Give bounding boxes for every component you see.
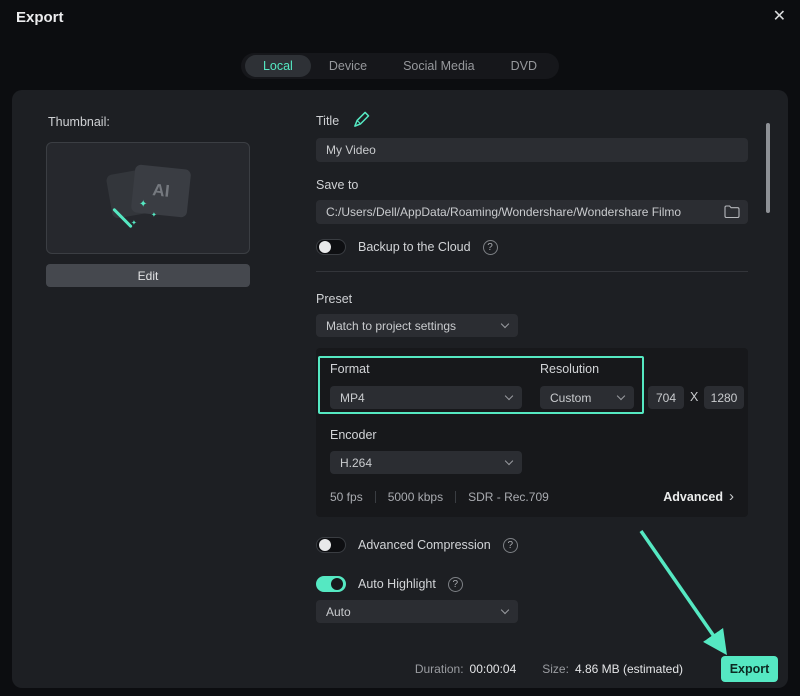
export-tabs: Local Device Social Media DVD — [240, 53, 560, 79]
width-input[interactable]: 704 — [648, 386, 684, 409]
sparkle-icon: ✦ — [151, 212, 157, 219]
ai-edit-pencil-icon[interactable] — [352, 110, 371, 129]
toggle-knob — [331, 578, 343, 590]
format-value: MP4 — [340, 390, 365, 405]
advanced-compression-label: Advanced Compression — [358, 538, 491, 552]
tab-social-media[interactable]: Social Media — [385, 55, 493, 77]
auto-highlight-help-icon[interactable]: ? — [447, 576, 463, 592]
encoder-value: H.264 — [340, 455, 373, 470]
encoding-info-row: 50 fps 5000 kbps SDR - Rec.709 Advanced … — [330, 488, 734, 505]
export-button-label: Export — [729, 662, 770, 676]
format-settings-section: Format MP4 Resolution Custom 704 X 1280 … — [316, 348, 748, 517]
title-input[interactable]: My Video — [316, 138, 748, 162]
preset-label: Preset — [316, 292, 353, 306]
chevron-down-icon — [500, 319, 510, 329]
dimension-x-label: X — [690, 390, 699, 404]
backup-to-cloud-label: Backup to the Cloud — [358, 240, 471, 254]
chevron-down-icon — [500, 605, 510, 615]
advanced-compression-help-icon[interactable]: ? — [502, 537, 518, 553]
auto-highlight-toggle[interactable] — [316, 576, 346, 592]
chevron-down-icon — [616, 391, 626, 401]
size-label: Size: — [542, 662, 569, 676]
backup-help-icon[interactable]: ? — [482, 239, 498, 255]
size-value: 4.86 MB (estimated) — [574, 662, 683, 676]
backup-to-cloud-row: Backup to the Cloud ? — [316, 237, 498, 257]
section-divider — [316, 271, 748, 272]
backup-to-cloud-toggle[interactable] — [316, 239, 346, 255]
auto-highlight-value: Auto — [326, 604, 351, 619]
title-input-value: My Video — [326, 143, 376, 157]
ai-card-label: AI — [151, 180, 171, 201]
tab-local[interactable]: Local — [244, 55, 311, 77]
footer-bar: Duration: 00:00:04 Size: 4.86 MB (estima… — [12, 654, 778, 684]
chevron-right-icon: › — [729, 488, 734, 505]
tab-device[interactable]: Device — [311, 55, 385, 77]
edit-button-label: Edit — [137, 268, 159, 283]
preset-dropdown[interactable]: Match to project settings — [316, 314, 518, 337]
dialog-title: Export — [16, 9, 64, 26]
save-to-path-value: C:/Users/Dell/AppData/Roaming/Wondershar… — [326, 205, 682, 219]
bitrate-value: 5000 kbps — [387, 490, 444, 504]
info-separator — [455, 491, 457, 503]
size-info: Size: 4.86 MB (estimated) — [542, 662, 683, 676]
save-to-input[interactable]: C:/Users/Dell/AppData/Roaming/Wondershar… — [316, 200, 748, 224]
folder-icon[interactable] — [724, 205, 740, 221]
advanced-compression-toggle[interactable] — [316, 537, 346, 553]
advanced-settings-link[interactable]: Advanced › — [663, 488, 734, 505]
thumbnail-label: Thumbnail: — [48, 115, 110, 129]
advanced-compression-row: Advanced Compression ? — [316, 535, 518, 555]
fps-value: 50 fps — [330, 490, 363, 504]
preset-value: Match to project settings — [326, 318, 457, 333]
thumbnail-preview: AI ✦ ✦ ✦ — [46, 142, 250, 254]
tab-dvd[interactable]: DVD — [493, 55, 555, 77]
title-label: Title — [316, 114, 340, 128]
resolution-label: Resolution — [540, 362, 600, 376]
tab-row: Local Device Social Media DVD — [0, 53, 800, 79]
scrollbar[interactable] — [766, 123, 770, 213]
duration-label: Duration: — [414, 662, 464, 676]
width-value: 704 — [655, 390, 677, 405]
format-label: Format — [330, 362, 370, 376]
auto-highlight-dropdown[interactable]: Auto — [316, 600, 518, 623]
auto-highlight-row: Auto Highlight ? — [316, 574, 463, 594]
toggle-knob — [319, 241, 331, 253]
info-separator — [374, 491, 376, 503]
auto-highlight-label: Auto Highlight — [358, 577, 436, 591]
resolution-value: Custom — [550, 390, 592, 405]
edit-thumbnail-button[interactable]: Edit — [46, 264, 250, 287]
duration-value: 00:00:04 — [469, 662, 517, 676]
color-space-value: SDR - Rec.709 — [468, 490, 549, 504]
sparkle-icon: ✦ — [139, 199, 148, 210]
save-to-label: Save to — [316, 178, 359, 192]
chevron-down-icon — [504, 456, 514, 466]
format-dropdown[interactable]: MP4 — [330, 386, 522, 409]
export-panel: Thumbnail: AI ✦ ✦ ✦ Edit Title My Video … — [12, 90, 788, 688]
height-input[interactable]: 1280 — [704, 386, 744, 409]
advanced-label: Advanced — [663, 490, 723, 504]
sparkle-icon: ✦ — [131, 220, 137, 227]
encoder-dropdown[interactable]: H.264 — [330, 451, 522, 474]
export-button[interactable]: Export — [721, 656, 778, 682]
encoder-label: Encoder — [330, 428, 377, 442]
toggle-knob — [319, 539, 331, 551]
height-value: 1280 — [710, 390, 738, 405]
close-icon[interactable]: ✕ — [773, 8, 786, 26]
resolution-dropdown[interactable]: Custom — [540, 386, 634, 409]
duration-info: Duration: 00:00:04 — [415, 662, 516, 676]
chevron-down-icon — [504, 391, 514, 401]
